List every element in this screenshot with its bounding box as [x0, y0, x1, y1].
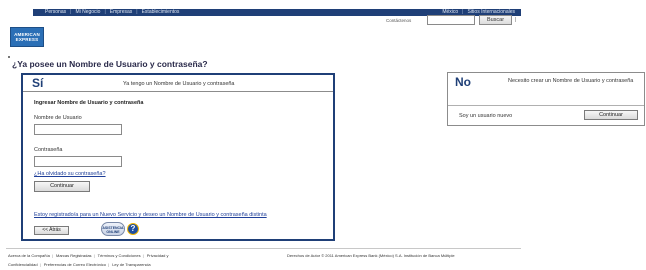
- username-field[interactable]: [34, 124, 122, 135]
- footer-separator: |: [93, 253, 95, 258]
- new-user-label: Soy un usuario nuevo: [459, 113, 513, 119]
- nav-link-personas[interactable]: Personas: [45, 9, 66, 16]
- footer-separator: |: [142, 253, 144, 258]
- footer-divider: [6, 248, 521, 249]
- brand-logo[interactable]: AMERICAN EXPRESS: [10, 27, 44, 47]
- existing-user-heading: Sí: [32, 76, 44, 90]
- footer-link-transparency[interactable]: Ley de Transparencia: [112, 262, 150, 267]
- nav-separator: |: [70, 9, 72, 15]
- login-page: Personas | Mi Negocio | Empresas | Estab…: [0, 0, 646, 270]
- new-user-description: Necesito crear un Nombre de Usuario y co…: [508, 78, 634, 84]
- existing-user-header: Sí Ya tengo un Nombre de Usuario y contr…: [23, 75, 333, 92]
- username-label: Nombre de Usuario: [34, 115, 82, 121]
- primary-nav: Personas | Mi Negocio | Empresas | Estab…: [45, 9, 179, 16]
- footer-link-trademarks[interactable]: Marcas Registradas: [56, 253, 92, 258]
- footer-links-row-2: Confidencialidad | Preferencias de Correo…: [8, 262, 151, 268]
- logo-text: AMERICAN EXPRESS: [14, 32, 40, 42]
- header-separator: |: [515, 17, 517, 23]
- nav-separator: |: [136, 9, 138, 15]
- footer-link-terms[interactable]: Términos y Condiciones: [98, 253, 141, 258]
- password-label: Contraseña: [34, 147, 63, 153]
- existing-user-description: Ya tengo un Nombre de Usuario y contrase…: [123, 81, 235, 87]
- footer-link-confidentiality[interactable]: Confidencialidad: [8, 262, 38, 267]
- contact-link[interactable]: Contáctenos: [386, 18, 411, 24]
- online-help-badge[interactable]: ASISTENCIA ONLINE: [101, 222, 125, 236]
- new-user-heading: No: [455, 75, 471, 89]
- page-title: ¿Ya posee un Nombre de Usuario y contras…: [12, 59, 208, 69]
- decorative-dot: [8, 56, 10, 58]
- footer-separator: |: [108, 262, 110, 267]
- new-user-panel: No Necesito crear un Nombre de Usuario y…: [447, 72, 645, 126]
- nav-separator: |: [104, 9, 106, 15]
- existing-user-panel: Sí Ya tengo un Nombre de Usuario y contr…: [21, 73, 335, 241]
- panel-divider: [448, 105, 644, 106]
- nav-link-mi-negocio[interactable]: Mi Negocio: [75, 9, 100, 16]
- new-service-link[interactable]: Estoy registrado/a para un Nuevo Servici…: [34, 212, 267, 218]
- copyright-text: Derechos de Autor © 2011 American Expres…: [287, 253, 455, 258]
- back-button[interactable]: << Atrás: [34, 226, 69, 235]
- login-continue-button[interactable]: Continuar: [34, 181, 90, 192]
- new-user-continue-button[interactable]: Continuar: [584, 110, 638, 120]
- footer-separator: |: [51, 253, 53, 258]
- footer-links-row-1: Acerca de la Compañía | Marcas Registrada…: [8, 253, 169, 259]
- help-icon[interactable]: ?: [127, 223, 139, 235]
- online-help-label: ASISTENCIA ONLINE: [102, 226, 124, 234]
- nav-link-establecimientos[interactable]: Establecimientos: [142, 9, 180, 16]
- password-field[interactable]: [34, 156, 122, 167]
- footer-link-privacy[interactable]: Privacidad y: [147, 253, 169, 258]
- login-subheading: Ingresar Nombre de Usuario y contraseña: [34, 100, 144, 106]
- search-input[interactable]: [427, 15, 475, 25]
- search-button[interactable]: Buscar: [479, 15, 512, 25]
- footer-link-about[interactable]: Acerca de la Compañía: [8, 253, 50, 258]
- nav-link-empresas[interactable]: Empresas: [110, 9, 133, 16]
- footer-separator: |: [39, 262, 41, 267]
- footer-link-email-preferences[interactable]: Preferencias de Correo Electrónico: [44, 262, 106, 267]
- forgot-password-link[interactable]: ¿Ha olvidado su contraseña?: [34, 171, 106, 177]
